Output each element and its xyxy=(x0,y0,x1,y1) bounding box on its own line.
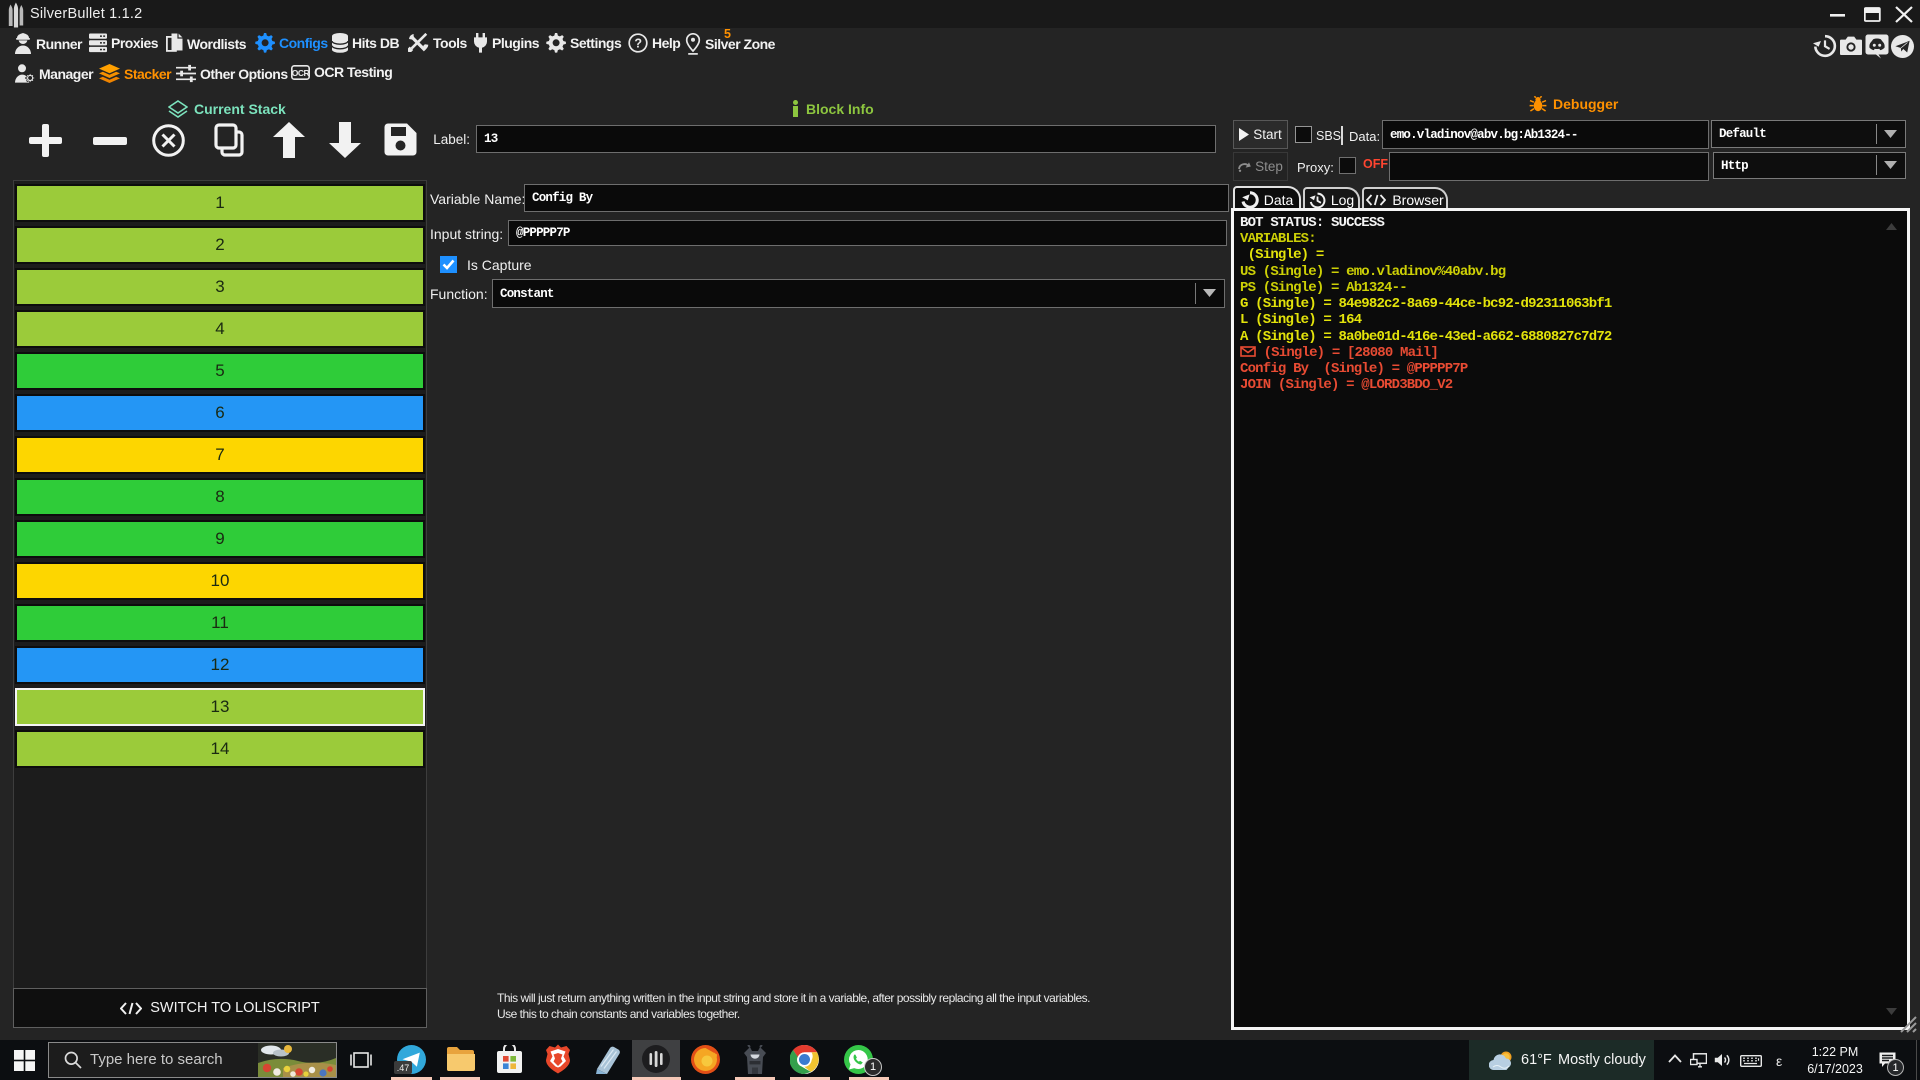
svg-text:?: ? xyxy=(634,36,641,50)
svg-text:OCR: OCR xyxy=(292,67,310,77)
